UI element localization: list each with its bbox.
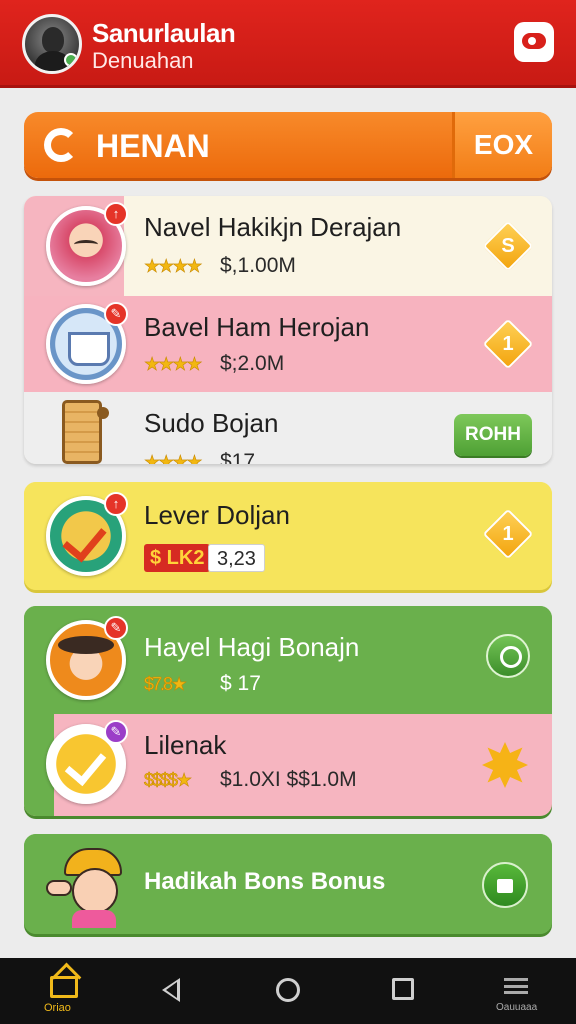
refresh-icon[interactable] <box>44 128 78 162</box>
star-rating: ★★★★ <box>144 354 203 375</box>
home-icon <box>50 976 78 998</box>
diamond-label: 1 <box>502 333 514 355</box>
section-tab-bar: HENAN EOX <box>24 112 552 178</box>
menu-icon <box>504 978 528 994</box>
item-price: $;2.0M <box>220 352 285 375</box>
diamond-coin-button[interactable]: 1 <box>482 508 534 560</box>
arm-shape <box>46 880 72 896</box>
item-price: $ 17 <box>220 672 261 695</box>
item-title: Navel Hakikjn Derajan <box>144 212 402 242</box>
item-badge: ↑ <box>104 202 128 226</box>
home-circle-icon[interactable] <box>276 978 300 1002</box>
diamond-label: S <box>501 235 515 257</box>
item-title: Bavel Ham Herojan <box>144 312 370 342</box>
bonus-title: Hadikah Bons Bonus <box>144 868 386 895</box>
item-title: Lilenak <box>144 730 227 760</box>
more-tab-label: Oauuaaa <box>496 1002 538 1013</box>
list-item[interactable]: Sudo Bojan ★★★★ $17 ROHH <box>24 392 552 464</box>
item-badge: ↑ <box>104 492 128 516</box>
bonus-card[interactable]: Hadikah Bons Bonus <box>24 834 552 934</box>
group-card: ✎ Hayel Hagi Bonajn $7.8★ $ 17 ✎ Lilenak… <box>24 606 552 816</box>
avatar-head-shape <box>42 27 64 53</box>
item-price: $1.0XI $$1.0M <box>220 768 357 791</box>
eox-button[interactable]: EOX <box>452 112 552 178</box>
section-tab-label[interactable]: HENAN <box>96 128 210 165</box>
app-header: Sanurlaulan Denuahan <box>0 0 576 88</box>
rohh-button[interactable]: ROHH <box>454 414 532 456</box>
item-badge: ✎ <box>104 616 128 640</box>
face-shape <box>72 868 118 914</box>
bonus-row: Hadikah Bons Bonus <box>24 834 552 934</box>
recent-apps-icon[interactable] <box>392 978 414 1000</box>
back-icon[interactable] <box>162 978 180 1002</box>
star-rating: $7.8★ <box>144 674 188 695</box>
app-title: Sanurlaulan <box>92 18 236 48</box>
item-title: Sudo Bojan <box>144 408 279 438</box>
item-badge: ✎ <box>104 720 128 744</box>
diamond-label: 1 <box>502 523 514 545</box>
scroll-document-icon <box>62 400 109 464</box>
search-icon[interactable] <box>486 634 530 678</box>
system-nav-bar: Oriao Oauuaaa <box>0 958 576 1024</box>
featured-item[interactable]: ↑ Lever Doljan $ LK2 3,23 1 <box>24 482 552 590</box>
item-title: Lever Doljan <box>144 500 290 530</box>
home-tab-label: Oriao <box>44 1002 71 1014</box>
price-tag-red: $ LK2 <box>144 544 211 572</box>
starburst-reward-icon[interactable] <box>482 742 528 788</box>
featured-card: ↑ Lever Doljan $ LK2 3,23 1 <box>24 482 552 590</box>
app-subtitle: Denuahan <box>92 48 194 73</box>
bonus-character-icon <box>46 840 136 930</box>
chat-bubble-icon[interactable] <box>514 22 554 62</box>
item-price: $,1.00M <box>220 254 296 277</box>
item-price: $17 <box>220 450 256 464</box>
shirt-shape <box>72 910 116 928</box>
star-rating: $$$$★ <box>144 770 193 791</box>
item-badge: ✎ <box>104 302 128 326</box>
diamond-coin-button[interactable]: S <box>482 220 534 272</box>
list-item[interactable]: ✎ Bavel Ham Herojan ★★★★ $;2.0M 1 <box>24 296 552 392</box>
list-item[interactable]: ✎ Lilenak $$$$★ $1.0XI $$1.0M <box>24 714 552 816</box>
star-rating: ★★★★ <box>144 256 203 277</box>
price-tag-white: 3,23 <box>208 544 265 572</box>
item-title: Hayel Hagi Bonajn <box>144 632 360 662</box>
star-rating: ★★★★ <box>144 452 203 464</box>
list-item[interactable]: ✎ Hayel Hagi Bonajn $7.8★ $ 17 <box>24 606 552 714</box>
item-list-card: ↑ Navel Hakikjn Derajan ★★★★ $,1.00M S ✎… <box>24 196 552 464</box>
list-item[interactable]: ↑ Navel Hakikjn Derajan ★★★★ $,1.00M S <box>24 196 552 296</box>
online-status-dot <box>64 53 78 67</box>
shopping-bag-icon[interactable] <box>482 862 528 908</box>
profile-avatar[interactable] <box>22 14 82 74</box>
diamond-coin-button[interactable]: 1 <box>482 318 534 370</box>
